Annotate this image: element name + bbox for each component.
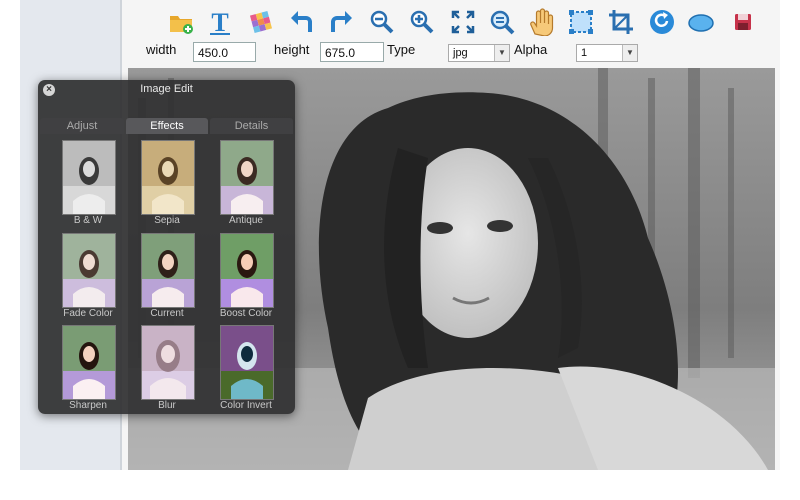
- type-label: Type: [387, 42, 416, 57]
- undo-icon[interactable]: [288, 8, 316, 36]
- effect-label-blur: Blur: [158, 400, 176, 411]
- redo-icon[interactable]: [327, 8, 355, 36]
- alpha-select-value: 1: [581, 47, 588, 59]
- effect-label-boost-color: Boost Color: [219, 308, 273, 319]
- open-folder-icon[interactable]: [167, 8, 195, 36]
- alpha-label: Alpha: [514, 42, 548, 57]
- text-tool-icon[interactable]: T: [206, 8, 234, 36]
- effect-thumb-fade-color[interactable]: [62, 233, 116, 308]
- save-disk-icon[interactable]: [729, 8, 757, 36]
- rotate-icon[interactable]: [648, 8, 676, 36]
- type-select-value: jpg: [453, 47, 468, 59]
- width-label: width: [146, 42, 177, 57]
- effect-thumb-sharpen[interactable]: [62, 325, 116, 400]
- chevron-down-icon: ▼: [622, 45, 637, 61]
- zoom-actual-icon[interactable]: [488, 8, 516, 36]
- effect-label-fade-color: Fade Color: [63, 308, 113, 319]
- mosaic-icon[interactable]: [247, 8, 275, 36]
- crop-icon[interactable]: [607, 8, 635, 36]
- effect-label-sepia: Sepia: [154, 215, 180, 226]
- effect-label-current: Current: [150, 308, 184, 319]
- fit-screen-icon[interactable]: [449, 8, 477, 36]
- type-select[interactable]: jpg ▼: [448, 44, 510, 62]
- height-label: height: [274, 42, 310, 57]
- effect-thumb-boost-color[interactable]: [220, 233, 274, 308]
- zoom-in-icon[interactable]: [408, 8, 436, 36]
- effect-thumb-bw[interactable]: [62, 140, 116, 215]
- ellipse-icon[interactable]: [687, 8, 715, 36]
- chevron-down-icon: ▼: [494, 45, 509, 61]
- hand-pan-icon[interactable]: [527, 8, 555, 36]
- effect-label-sharpen: Sharpen: [69, 400, 107, 411]
- effect-label-antique: Antique: [229, 215, 263, 226]
- alpha-select[interactable]: 1 ▼: [576, 44, 638, 62]
- tab-adjust[interactable]: Adjust: [40, 118, 124, 134]
- tab-details[interactable]: Details: [210, 118, 293, 134]
- tab-effects[interactable]: Effects: [126, 118, 208, 134]
- zoom-out-icon[interactable]: [368, 8, 396, 36]
- effect-label-color-invert: Color Invert: [220, 400, 272, 411]
- width-field[interactable]: 450.0: [193, 42, 256, 62]
- effect-thumb-antique[interactable]: [220, 140, 274, 215]
- height-field[interactable]: 675.0: [320, 42, 384, 62]
- effect-thumb-sepia[interactable]: [141, 140, 195, 215]
- effect-thumb-current[interactable]: [141, 233, 195, 308]
- image-edit-panel: × Image Edit Adjust Effects Details B & …: [38, 80, 295, 414]
- panel-title: Image Edit: [140, 83, 193, 95]
- effect-thumb-blur[interactable]: [141, 325, 195, 400]
- effect-label-bw: B & W: [73, 215, 103, 226]
- svg-text:T: T: [211, 8, 228, 36]
- effect-thumb-color-invert[interactable]: [220, 325, 274, 400]
- panel-tabs: Adjust Effects Details: [40, 118, 293, 134]
- select-rect-icon[interactable]: [567, 8, 595, 36]
